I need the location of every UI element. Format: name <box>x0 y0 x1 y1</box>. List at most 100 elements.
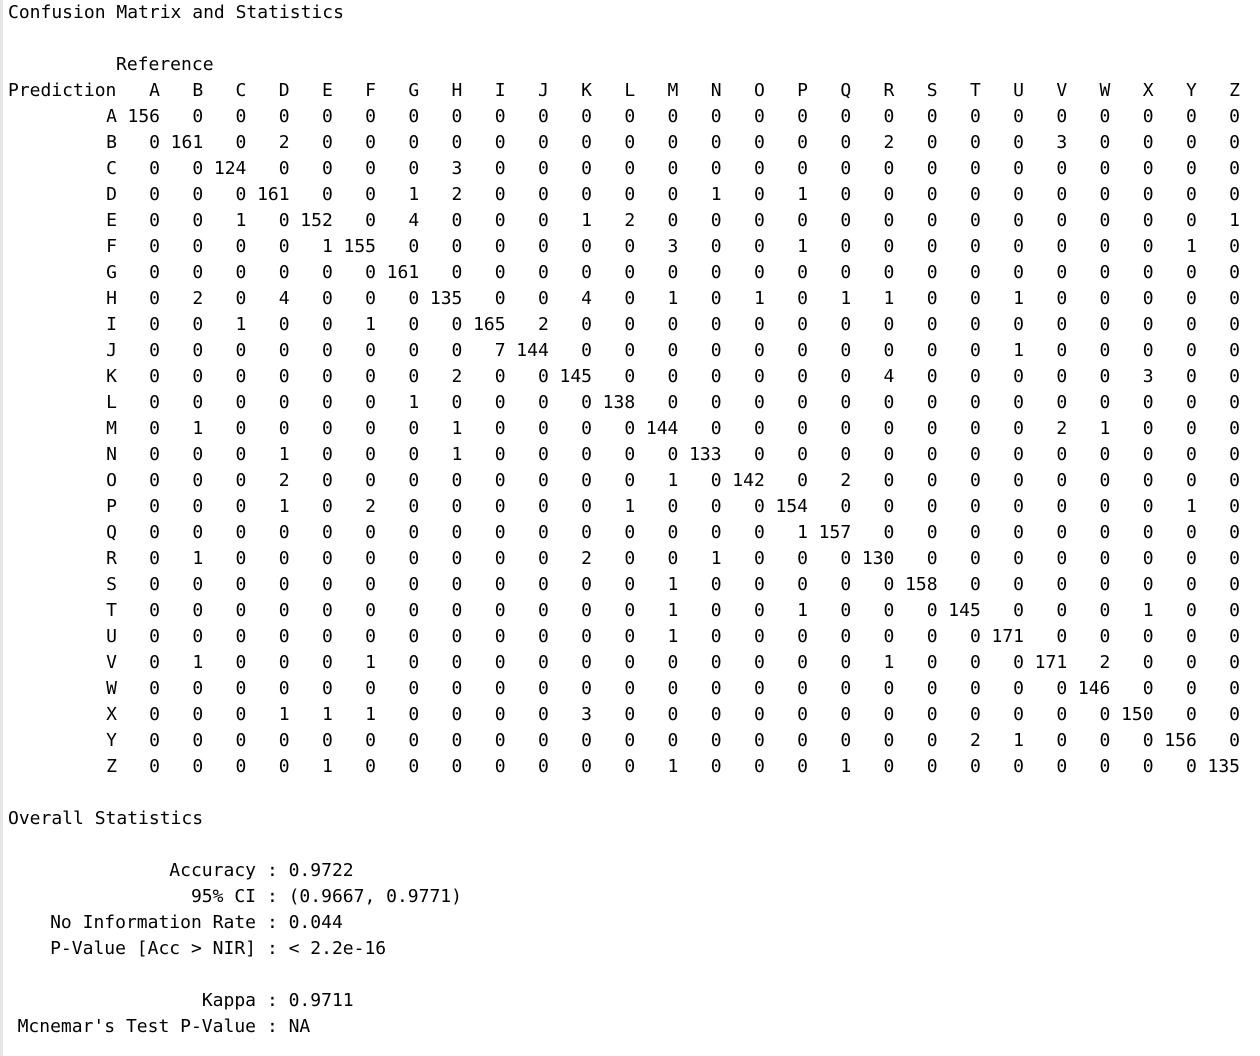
matrix-cell: 0 <box>321 314 333 335</box>
matrix-cell: 1 <box>581 210 592 231</box>
matrix-cell: 0 <box>1185 340 1197 361</box>
matrix-cell: 1 <box>667 600 679 621</box>
matrix-cell: 0 <box>537 470 549 491</box>
matrix-cell: 0 <box>624 600 636 621</box>
column-header: J <box>537 80 549 101</box>
matrix-cell: 0 <box>408 444 420 465</box>
matrix-cell: 4 <box>581 288 592 309</box>
matrix-cell: 0 <box>494 652 506 673</box>
column-header: C <box>235 80 247 101</box>
matrix-cell: 3 <box>1142 366 1154 387</box>
matrix-cell: 0 <box>969 340 981 361</box>
matrix-cell: 0 <box>969 288 981 309</box>
matrix-cell: 0 <box>149 444 160 465</box>
matrix-cell: 0 <box>408 418 420 439</box>
matrix-cell: 0 <box>494 756 506 777</box>
matrix-cell: 0 <box>192 626 204 647</box>
matrix-cell: 0 <box>1099 340 1111 361</box>
matrix-cell: 0 <box>235 132 247 153</box>
matrix-cell: 161 <box>257 184 290 205</box>
row-label: Z <box>106 756 117 777</box>
matrix-cell: 138 <box>602 392 636 413</box>
matrix-cell: 0 <box>926 184 938 205</box>
matrix-cell: 0 <box>365 730 376 751</box>
matrix-cell: 0 <box>840 626 852 647</box>
matrix-cell: 0 <box>278 600 290 621</box>
matrix-cell: 0 <box>365 210 376 231</box>
column-header: E <box>321 80 333 101</box>
column-header: U <box>1013 80 1024 101</box>
matrix-cell: 1 <box>840 756 852 777</box>
matrix-cell: 0 <box>753 314 765 335</box>
matrix-cell: 0 <box>235 470 247 491</box>
matrix-cell: 0 <box>1099 158 1111 179</box>
matrix-cell: 0 <box>840 548 852 569</box>
matrix-cell: 1 <box>797 184 808 205</box>
matrix-cell: 0 <box>1099 132 1111 153</box>
matrix-cell: 0 <box>840 262 852 283</box>
output-title: Confusion Matrix and Statistics <box>8 2 344 23</box>
matrix-cell: 0 <box>235 652 247 673</box>
matrix-cell: 0 <box>667 262 679 283</box>
matrix-cell: 0 <box>1099 288 1111 309</box>
matrix-cell: 0 <box>840 236 852 257</box>
matrix-cell: 0 <box>494 288 506 309</box>
matrix-cell: 0 <box>1229 496 1240 517</box>
matrix-cell: 0 <box>840 340 852 361</box>
matrix-cell: 0 <box>365 756 376 777</box>
matrix-cell: 0 <box>451 678 463 699</box>
matrix-cell: 0 <box>494 600 506 621</box>
matrix-cell: 0 <box>753 600 765 621</box>
matrix-cell: 150 <box>1121 704 1154 725</box>
matrix-cell: 0 <box>321 496 333 517</box>
matrix-cell: 0 <box>1185 470 1197 491</box>
matrix-cell: 0 <box>1185 704 1197 725</box>
matrix-cell: 0 <box>149 184 160 205</box>
matrix-cell: 0 <box>1099 600 1111 621</box>
matrix-cell: 0 <box>321 340 333 361</box>
matrix-cell: 0 <box>235 600 247 621</box>
matrix-cell: 2 <box>537 314 549 335</box>
matrix-cell: 0 <box>581 756 592 777</box>
matrix-cell: 0 <box>1229 470 1240 491</box>
matrix-cell: 0 <box>451 470 463 491</box>
matrix-cell: 0 <box>365 418 376 439</box>
statistic-separator: : <box>267 1016 278 1037</box>
matrix-cell: 0 <box>1142 210 1154 231</box>
matrix-cell: 0 <box>451 626 463 647</box>
matrix-cell: 1 <box>321 704 333 725</box>
matrix-cell: 0 <box>1229 366 1240 387</box>
matrix-cell: 0 <box>581 444 592 465</box>
matrix-cell: 0 <box>969 366 981 387</box>
matrix-cell: 0 <box>797 210 808 231</box>
matrix-cell: 0 <box>797 704 808 725</box>
matrix-cell: 0 <box>149 262 160 283</box>
matrix-cell: 2 <box>969 730 981 751</box>
matrix-cell: 0 <box>1229 444 1240 465</box>
matrix-cell: 0 <box>969 548 981 569</box>
matrix-cell: 1 <box>1013 730 1024 751</box>
matrix-cell: 1 <box>1142 600 1154 621</box>
matrix-cell: 0 <box>581 522 592 543</box>
matrix-cell: 0 <box>969 756 981 777</box>
matrix-cell: 0 <box>1142 548 1154 569</box>
matrix-cell: 0 <box>1013 366 1024 387</box>
matrix-cell: 0 <box>581 652 592 673</box>
matrix-cell: 0 <box>969 158 981 179</box>
row-label: P <box>106 496 117 517</box>
matrix-cell: 0 <box>1013 262 1024 283</box>
matrix-cell: 0 <box>710 210 722 231</box>
matrix-cell: 3 <box>451 158 463 179</box>
matrix-cell: 1 <box>1013 288 1024 309</box>
matrix-cell: 0 <box>969 652 981 673</box>
matrix-cell: 0 <box>1229 626 1240 647</box>
matrix-cell: 0 <box>797 262 808 283</box>
matrix-cell: 0 <box>926 600 938 621</box>
matrix-cell: 145 <box>948 600 981 621</box>
matrix-cell: 0 <box>624 522 636 543</box>
matrix-cell: 0 <box>1099 548 1111 569</box>
matrix-cell: 0 <box>883 756 895 777</box>
matrix-cell: 0 <box>1229 314 1240 335</box>
matrix-cell: 1 <box>753 288 765 309</box>
column-header: V <box>1056 80 1068 101</box>
